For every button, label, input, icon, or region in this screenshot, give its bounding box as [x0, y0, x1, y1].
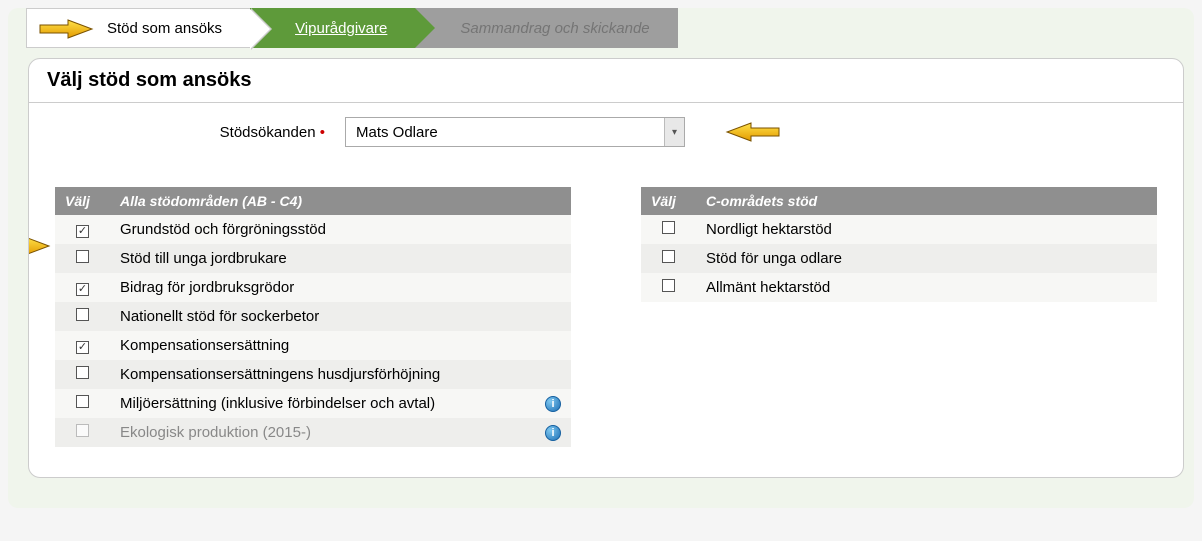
row-label: Grundstöd och förgröningsstöd	[120, 221, 561, 238]
checkbox[interactable]	[662, 221, 675, 234]
main-card: Välj stöd som ansöks Stödsökanden • Mats…	[28, 58, 1184, 478]
step-vipuradgivare[interactable]: Vipurådgivare	[250, 8, 415, 48]
applicant-row: Stödsökanden • Mats Odlare ▾	[55, 117, 1157, 147]
step-label: Sammandrag och skickande	[460, 20, 649, 37]
card-title: Välj stöd som ansöks	[29, 59, 1183, 103]
left-support-table: Välj Alla stödområden (AB - C4) Grundstö…	[55, 187, 571, 447]
checkbox[interactable]	[76, 341, 89, 354]
step-stod-som-ansoks[interactable]: Stöd som ansöks	[26, 8, 250, 48]
checkbox[interactable]	[76, 283, 89, 296]
applicant-label: Stödsökanden	[220, 124, 316, 141]
col-header-valj: Välj	[641, 187, 696, 215]
row-label: Nationellt stöd för sockerbetor	[120, 308, 561, 325]
col-header-valj: Välj	[55, 187, 110, 215]
row-label: Stöd för unga odlare	[706, 250, 1147, 267]
row-label: Ekologisk produktion (2015-)	[120, 424, 537, 441]
step-label: Stöd som ansöks	[107, 20, 222, 37]
annotation-arrow-icon	[725, 121, 781, 143]
row-label: Kompensationsersättning	[120, 337, 561, 354]
row-label: Miljöersättning (inklusive förbindelser …	[120, 395, 537, 412]
info-icon[interactable]: i	[545, 396, 561, 412]
row-label: Stöd till unga jordbrukare	[120, 250, 561, 267]
row-label: Nordligt hektarstöd	[706, 221, 1147, 238]
applicant-select-value: Mats Odlare	[356, 124, 438, 141]
row-label: Allmänt hektarstöd	[706, 279, 1147, 296]
checkbox[interactable]	[76, 395, 89, 408]
checkbox[interactable]	[76, 250, 89, 263]
step-sammandrag: Sammandrag och skickande	[415, 8, 677, 48]
right-support-table: Välj C-områdets stöd Nordligt hektarstöd…	[641, 187, 1157, 302]
annotation-arrow-icon	[28, 235, 51, 257]
row-label: Kompensationsersättningens husdjursförhö…	[120, 366, 561, 383]
info-icon[interactable]: i	[545, 425, 561, 441]
step-label: Vipurådgivare	[295, 20, 387, 37]
checkbox	[76, 424, 89, 437]
required-marker: •	[320, 124, 325, 141]
row-label: Bidrag för jordbruksgrödor	[120, 279, 561, 296]
checkbox[interactable]	[662, 250, 675, 263]
checkbox[interactable]	[76, 225, 89, 238]
col-header-name: Alla stödområden (AB - C4)	[110, 187, 571, 215]
step-nav: Stöd som ansöks Vipurådgivare Sammandrag…	[26, 8, 1194, 48]
col-header-name: C-områdets stöd	[696, 187, 1157, 215]
applicant-select[interactable]: Mats Odlare	[345, 117, 685, 147]
checkbox[interactable]	[662, 279, 675, 292]
checkbox[interactable]	[76, 308, 89, 321]
checkbox[interactable]	[76, 366, 89, 379]
